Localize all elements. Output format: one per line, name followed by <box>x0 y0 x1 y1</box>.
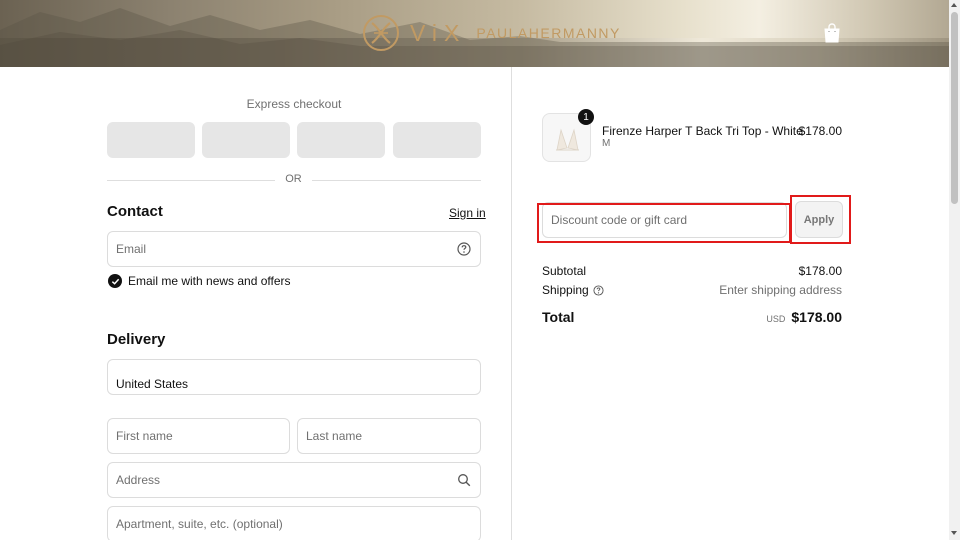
quantity-badge: 1 <box>578 109 594 125</box>
contact-heading: Contact <box>107 203 163 220</box>
or-divider-left <box>107 180 275 181</box>
product-price: $178.00 <box>798 124 842 138</box>
help-icon[interactable] <box>457 242 471 256</box>
last-name-placeholder: Last name <box>306 429 363 443</box>
scroll-down-arrow-icon[interactable] <box>951 531 957 535</box>
news-opt-in[interactable]: Email me with news and offers <box>108 274 291 288</box>
apartment-field[interactable]: Apartment, suite, etc. (optional) <box>107 506 481 540</box>
subtotal-label: Subtotal <box>542 264 587 278</box>
product-variant: M <box>602 138 611 149</box>
sign-in-link[interactable]: Sign in <box>449 206 486 220</box>
checkmark-icon <box>111 278 119 285</box>
express-pay-button-2[interactable] <box>202 122 290 158</box>
country-select[interactable]: United States <box>107 359 481 395</box>
brand-logo[interactable]: ViX PAULAHERMANNY <box>362 14 621 52</box>
shipping-row: Shipping Enter shipping address <box>542 283 842 297</box>
total-row: Total USD $178.00 <box>542 309 842 325</box>
shipping-value: Enter shipping address <box>719 283 842 297</box>
shipping-label: Shipping <box>542 283 589 297</box>
address-placeholder: Address <box>116 473 161 487</box>
first-name-field[interactable]: First name <box>107 418 290 454</box>
email-placeholder: Email <box>116 242 147 256</box>
help-icon[interactable] <box>593 284 604 296</box>
express-checkout-title: Express checkout <box>246 97 342 111</box>
news-checkbox-label: Email me with news and offers <box>128 274 291 288</box>
apartment-placeholder: Apartment, suite, etc. (optional) <box>116 517 283 531</box>
search-icon <box>458 474 471 487</box>
brand-vix-text: ViX <box>410 19 467 46</box>
scroll-thumb[interactable] <box>951 12 958 204</box>
currency-code: USD <box>766 314 786 324</box>
subtotal-value: $178.00 <box>798 264 842 278</box>
or-divider-right <box>312 180 481 181</box>
address-field[interactable]: Address <box>107 462 481 498</box>
first-name-placeholder: First name <box>116 429 173 443</box>
subtotal-row: Subtotal $178.00 <box>542 264 842 278</box>
shopping-bag-icon[interactable] <box>823 23 841 43</box>
scroll-up-arrow-icon[interactable] <box>951 3 957 7</box>
express-pay-button-3[interactable] <box>297 122 385 158</box>
express-pay-button-4[interactable] <box>393 122 481 158</box>
checkout-page: ViX PAULAHERMANNY Express checkout OR Co… <box>0 0 960 540</box>
discount-highlight-box <box>537 203 791 243</box>
express-pay-button-1[interactable] <box>107 122 195 158</box>
shipping-label-group: Shipping <box>542 283 604 297</box>
page-scrollbar[interactable] <box>949 0 960 540</box>
or-label: OR <box>285 173 302 185</box>
news-checkbox[interactable] <box>108 274 122 288</box>
header-banner: ViX PAULAHERMANNY <box>0 0 949 67</box>
apply-highlight-box <box>790 195 851 244</box>
column-divider <box>511 67 512 540</box>
brand-name-text: PAULAHERMANNY <box>476 25 621 41</box>
total-value: $178.00 <box>791 309 842 325</box>
email-field[interactable]: Email <box>107 231 481 267</box>
product-name: Firenze Harper T Back Tri Top - White <box>602 124 803 138</box>
vix-monogram-icon <box>363 15 399 51</box>
last-name-field[interactable]: Last name <box>297 418 481 454</box>
country-value: United States <box>116 377 189 391</box>
total-label: Total <box>542 309 575 325</box>
total-amount: USD $178.00 <box>766 309 842 325</box>
delivery-heading: Delivery <box>107 331 166 348</box>
